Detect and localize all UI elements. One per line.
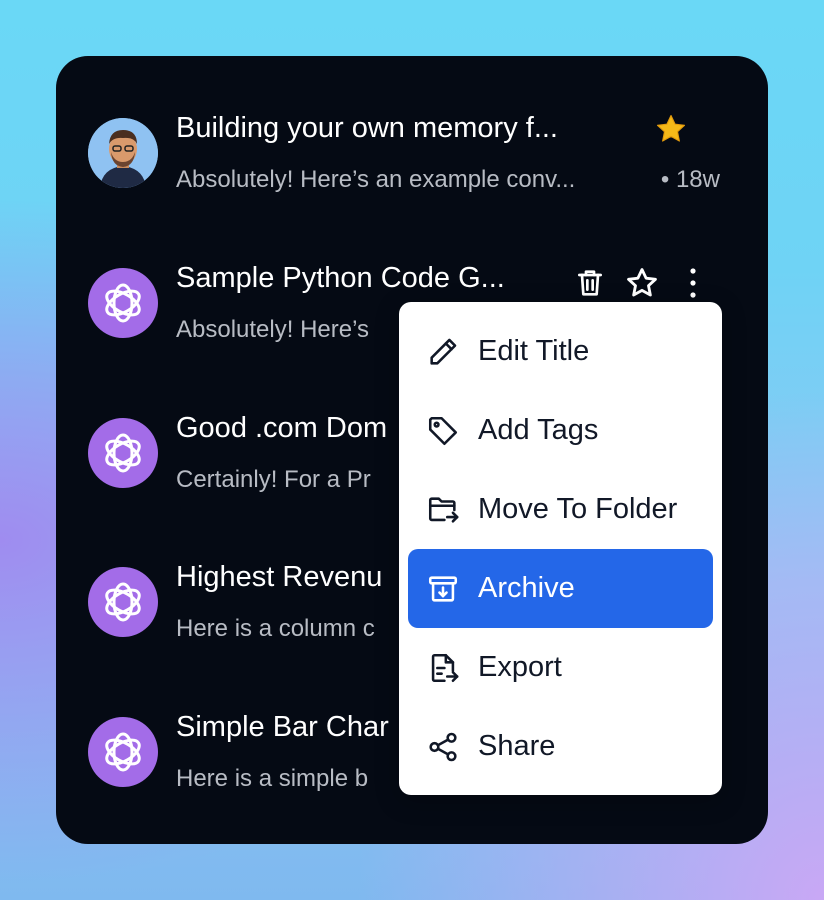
menu-item-edit-title[interactable]: Edit Title (408, 312, 713, 391)
menu-item-share[interactable]: Share (408, 707, 713, 786)
conversation-item[interactable]: Building your own memory f... Absolutely… (88, 112, 728, 193)
menu-item-move-to-folder[interactable]: Move To Folder (408, 470, 713, 549)
menu-item-label: Export (478, 651, 562, 683)
archive-icon (428, 575, 458, 602)
user-avatar (88, 118, 158, 188)
conversation-title: Sample Python Code G... (176, 262, 505, 294)
conversation-snippet: Here is a column c (176, 615, 375, 642)
star-filled-icon[interactable] (654, 112, 688, 151)
file-export-icon (431, 653, 459, 682)
trash-icon[interactable] (574, 266, 606, 305)
chatgpt-logo-icon (88, 717, 158, 787)
menu-item-label: Move To Folder (478, 493, 678, 525)
menu-item-export[interactable]: Export (408, 628, 713, 707)
share-icon (429, 732, 457, 761)
conversation-title: Building your own memory f... (176, 112, 558, 144)
conversation-title: Highest Revenu (176, 561, 383, 593)
conversation-title: Good .com Dom (176, 412, 388, 444)
conversation-title: Simple Bar Char (176, 711, 389, 743)
conversation-snippet: Absolutely! Here’s an example conv... (176, 166, 576, 193)
menu-item-add-tags[interactable]: Add Tags (408, 391, 713, 470)
folder-move-icon (428, 496, 459, 523)
menu-item-label: Edit Title (478, 335, 590, 367)
menu-item-archive[interactable]: Archive (408, 549, 713, 628)
conversation-snippet: Here is a simple b (176, 765, 369, 792)
tag-icon (428, 416, 458, 445)
conversation-snippet: Absolutely! Here’s (176, 316, 369, 343)
conversation-age: • 18w (660, 166, 720, 193)
menu-item-label: Add Tags (478, 414, 599, 446)
menu-item-label: Share (478, 730, 556, 762)
pencil-icon (430, 338, 457, 365)
more-vertical-icon[interactable] (683, 266, 703, 305)
conversation-snippet: Certainly! For a Pr (176, 466, 371, 493)
chatgpt-logo-icon (88, 567, 158, 637)
menu-item-label: Archive (478, 572, 575, 604)
star-outline-icon[interactable] (625, 266, 659, 305)
context-menu: Edit Title Add Tags Move To Folder Archi… (399, 302, 722, 795)
chatgpt-logo-icon (88, 418, 158, 488)
chatgpt-logo-icon (88, 268, 158, 338)
